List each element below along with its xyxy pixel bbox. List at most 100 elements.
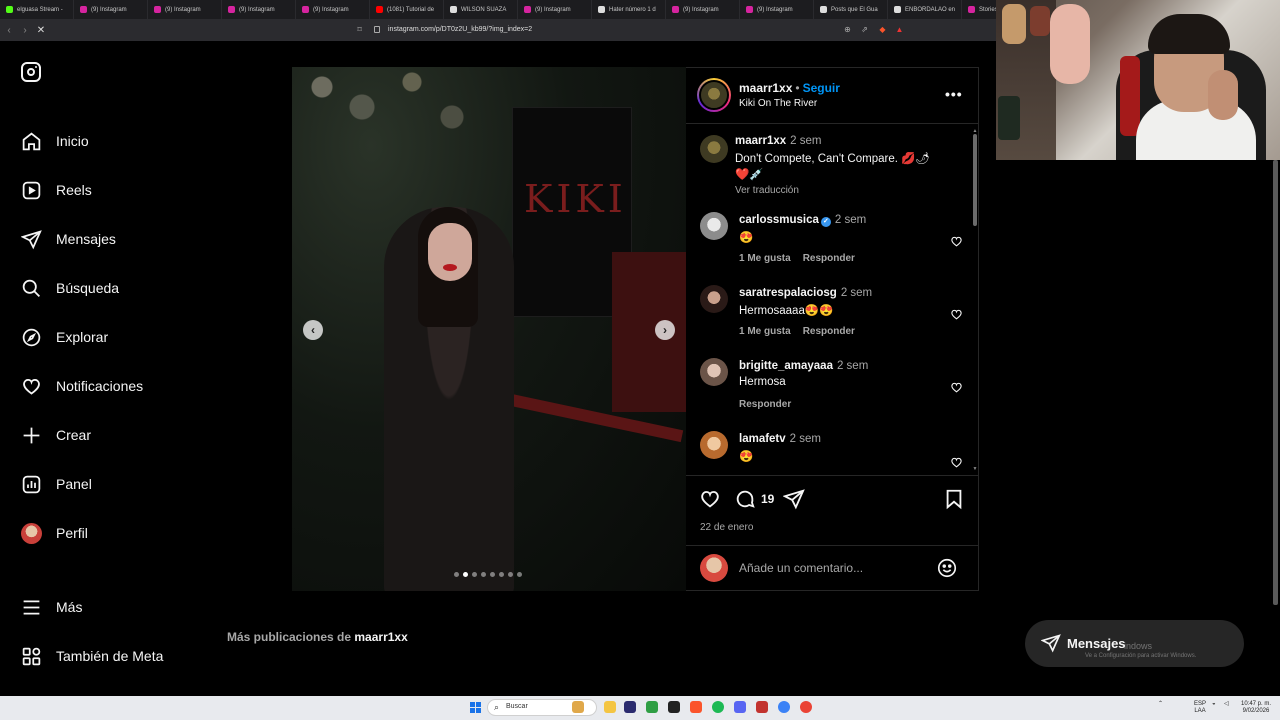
spotify-icon[interactable] [712, 701, 724, 713]
post-date[interactable]: 22 de enero [700, 522, 753, 533]
comment-input[interactable]: Añade un comentario... [739, 561, 863, 575]
clock-time[interactable]: 10:47 p. m. [1238, 701, 1274, 708]
comment-username[interactable]: lamafetv [739, 433, 786, 445]
app-icon[interactable] [668, 701, 680, 713]
comment-username[interactable]: saratrespalaciosg [739, 287, 837, 299]
reply-button[interactable]: Responder [803, 253, 855, 264]
share-icon[interactable] [783, 488, 805, 510]
page-scrollbar[interactable] [1273, 160, 1278, 605]
chevron-up-icon[interactable]: ⌃ [1158, 701, 1163, 708]
author-username[interactable]: maarr1xx [739, 81, 792, 95]
comment-username[interactable]: carlossmusica [739, 214, 819, 226]
save-icon[interactable] [943, 488, 965, 510]
clock-date[interactable]: 9/02/2026 [1238, 708, 1274, 715]
brave-shield-icon[interactable]: ◆ [878, 25, 887, 34]
browser-tab[interactable]: (9) Instagram [222, 0, 296, 19]
browser-tab[interactable]: (9) Instagram [148, 0, 222, 19]
instagram-logo-icon[interactable] [21, 62, 41, 82]
more-posts-username[interactable]: maarr1xx [354, 630, 407, 644]
translate-link[interactable]: Ver traducción [735, 185, 799, 196]
site-info-icon[interactable] [374, 26, 380, 33]
follow-button[interactable]: Seguir [803, 81, 840, 95]
reels-icon [22, 181, 41, 199]
taskbar-widget-icon[interactable] [572, 701, 584, 713]
emoji-icon[interactable] [936, 557, 958, 579]
browser-tab[interactable]: (9) Instagram [666, 0, 740, 19]
scrollbar-thumb[interactable] [973, 134, 977, 226]
comment-username[interactable]: maarr1xx [735, 135, 786, 147]
sidebar-item-mensajes[interactable]: Mensajes [21, 227, 116, 251]
browser-tab[interactable]: (9) Instagram [740, 0, 814, 19]
reply-button[interactable]: Responder [739, 399, 791, 410]
browser-tab[interactable]: WILSON SUAZA [444, 0, 518, 19]
wifi-icon[interactable]: ◒ [1212, 701, 1216, 708]
browser-tab[interactable]: (9) Instagram [74, 0, 148, 19]
language-indicator[interactable]: ESP LAA [1192, 701, 1208, 715]
bookmark-icon[interactable]: ⌑ [355, 25, 364, 34]
sidebar-item-meta[interactable]: También de Meta [21, 644, 163, 668]
reply-button[interactable]: Responder [803, 326, 855, 337]
app-icon-red[interactable] [756, 701, 768, 713]
browser-tab[interactable]: elguasa Stream - [0, 0, 74, 19]
browser-tab[interactable]: (9) Instagram [518, 0, 592, 19]
browser-tab[interactable]: (9) Instagram [296, 0, 370, 19]
brave-rewards-icon[interactable]: ▲ [895, 25, 904, 34]
back-icon[interactable]: ‹ [2, 25, 16, 36]
sidebar-item-notificaciones[interactable]: Notificaciones [21, 374, 143, 398]
like-icon[interactable] [699, 488, 721, 510]
sidebar-item-inicio[interactable]: Inicio [21, 129, 89, 153]
comment-icon[interactable] [734, 488, 756, 510]
sidebar-item-explorar[interactable]: Explorar [21, 325, 108, 349]
share-icon[interactable]: ⇗ [860, 25, 869, 34]
browser-tab[interactable]: (1081) Tutorial de [370, 0, 444, 19]
premiere-icon[interactable] [624, 701, 636, 713]
avatar[interactable] [700, 285, 728, 313]
windows-activation-text: Ve a Configuración para activar Windows. [1085, 653, 1197, 659]
post-location[interactable]: Kiki On The River [739, 98, 817, 109]
carousel-prev-button[interactable]: ‹ [303, 320, 323, 340]
file-explorer-icon[interactable] [604, 701, 616, 713]
avatar[interactable] [700, 212, 728, 240]
carousel-dot [463, 572, 468, 577]
chrome-icon[interactable] [800, 701, 812, 713]
forward-icon[interactable]: › [18, 25, 32, 36]
sidebar-item-mas[interactable]: Más [21, 595, 82, 619]
browser-tab[interactable]: ENBORDALAO en [888, 0, 962, 19]
carousel-next-button[interactable]: › [655, 320, 675, 340]
post-image[interactable]: KIKI ‹ › [292, 67, 686, 591]
browser-tab[interactable]: Stories [962, 0, 996, 19]
avatar[interactable] [697, 78, 731, 112]
store-icon[interactable] [646, 701, 658, 713]
like-comment-icon[interactable] [950, 308, 963, 321]
windows-start-icon[interactable] [470, 702, 481, 713]
comment-username[interactable]: brigitte_amayaaa [739, 360, 833, 372]
scroll-down-icon[interactable]: ▼ [972, 466, 978, 472]
like-comment-icon[interactable] [950, 456, 963, 469]
sidebar-item-crear[interactable]: Crear [21, 423, 91, 447]
sidebar-item-busqueda[interactable]: Búsqueda [21, 276, 119, 300]
like-comment-icon[interactable] [950, 381, 963, 394]
avatar[interactable] [700, 431, 728, 459]
comment-likes-link[interactable]: 1 Me gusta [739, 326, 791, 337]
app-icon-blue[interactable] [778, 701, 790, 713]
sidebar-item-panel[interactable]: Panel [21, 472, 92, 496]
avatar[interactable] [700, 358, 728, 386]
zoom-icon[interactable]: ⊕ [843, 25, 852, 34]
volume-icon[interactable]: ◁ [1224, 701, 1229, 708]
sidebar-item-perfil[interactable]: Perfil [21, 521, 88, 545]
brave-icon[interactable] [690, 701, 702, 713]
browser-tab[interactable]: Posts que El Gua [814, 0, 888, 19]
comments-scrollbar[interactable]: ▲ ▼ [972, 128, 978, 473]
like-comment-icon[interactable] [950, 235, 963, 248]
browser-tab[interactable]: Hater número 1 d [592, 0, 666, 19]
comment-likes-link[interactable]: 1 Me gusta [739, 253, 791, 264]
stop-icon[interactable]: ✕ [34, 25, 48, 36]
url-field[interactable]: instagram.com/p/DT0z2U_kb99/?img_index=2 [370, 23, 910, 37]
tab-favicon-icon [598, 6, 605, 13]
avatar[interactable] [700, 135, 728, 163]
sidebar-item-label: Explorar [56, 329, 109, 345]
sidebar-item-reels[interactable]: Reels [21, 178, 92, 202]
app-icon-active[interactable] [734, 701, 746, 713]
more-options-icon[interactable]: ••• [945, 86, 963, 102]
page-scrollbar-thumb[interactable] [1273, 160, 1278, 605]
